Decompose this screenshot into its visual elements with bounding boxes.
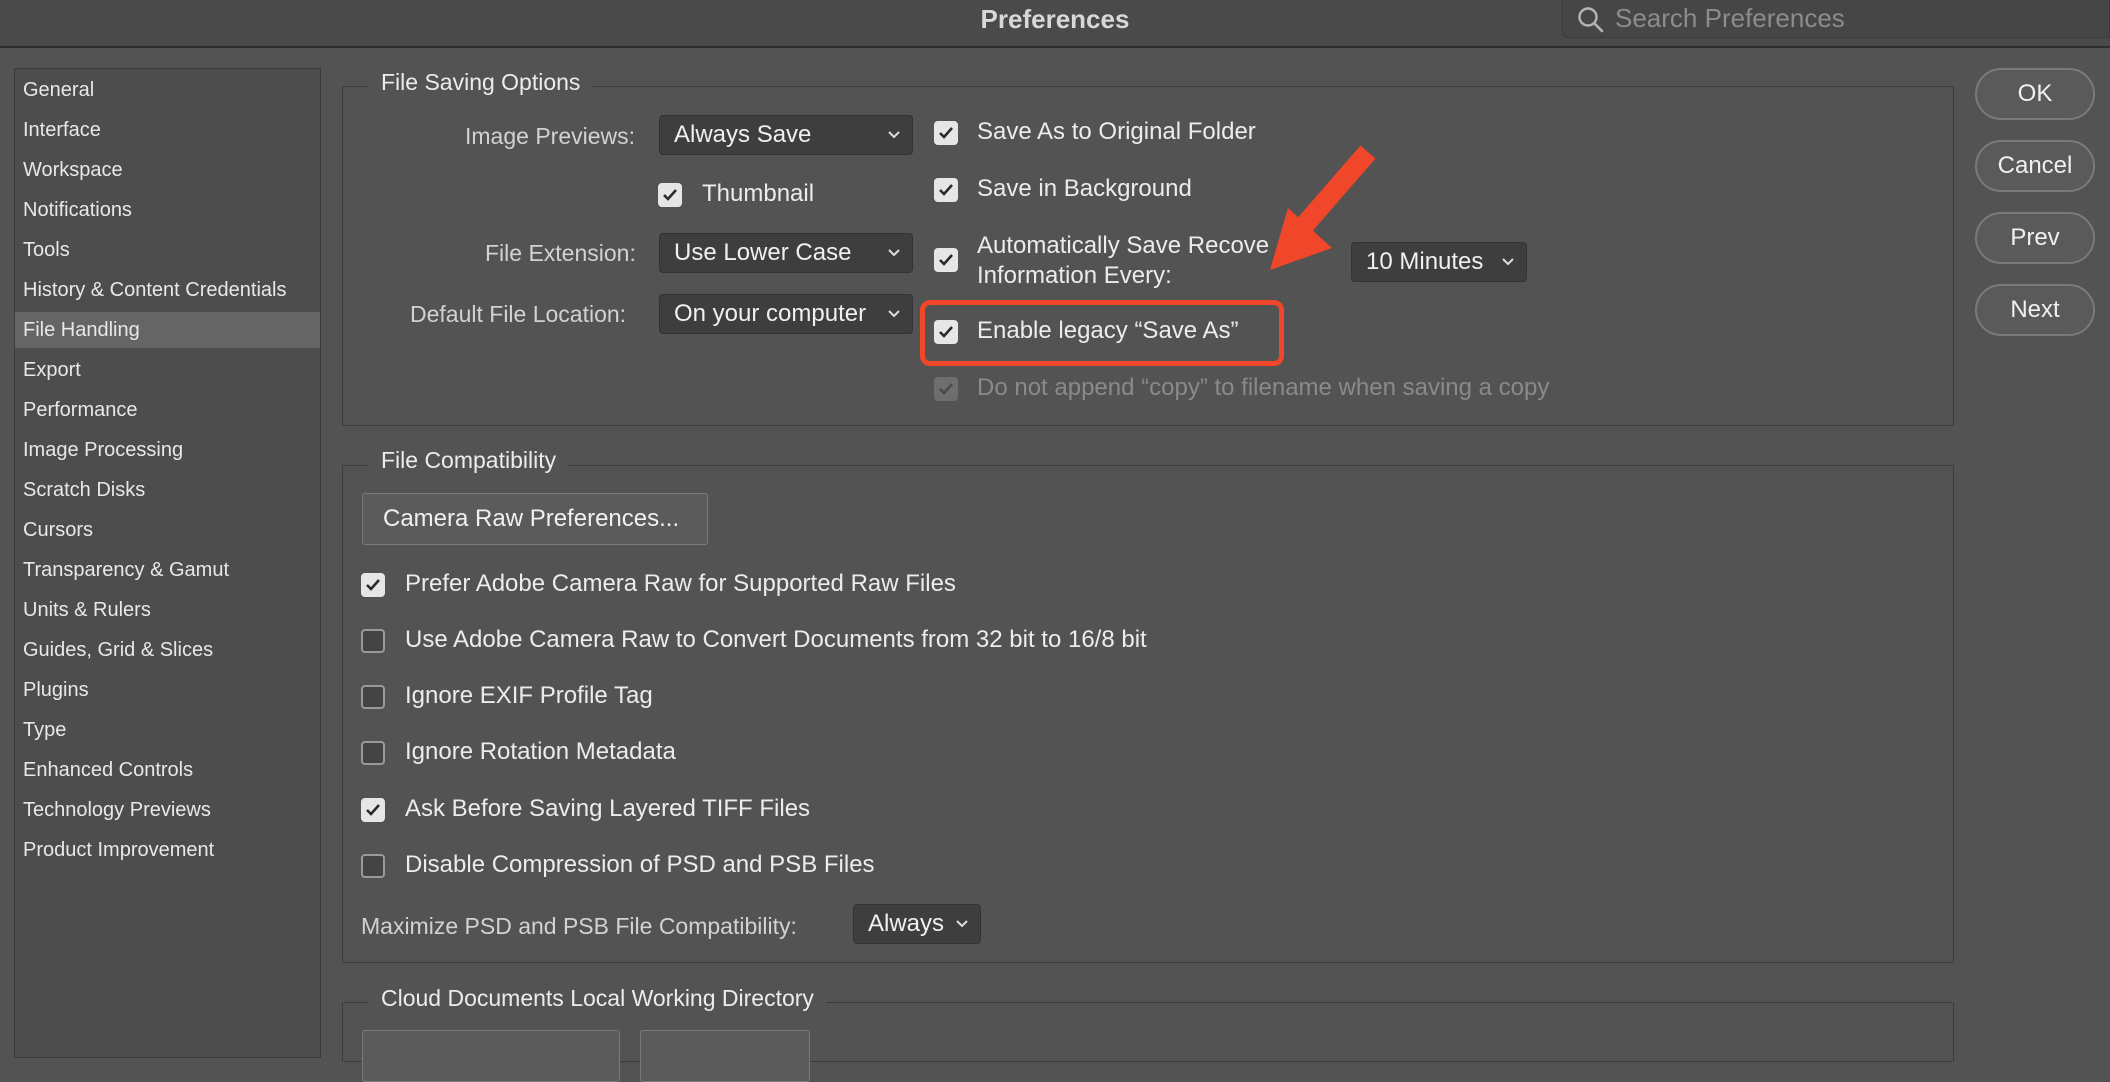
save-as-original-folder-checkbox[interactable] (934, 121, 958, 145)
check-icon (939, 184, 953, 196)
thumbnail-label: Thumbnail (702, 180, 815, 207)
maximize-compat-select[interactable]: Always (853, 904, 981, 944)
ok-button[interactable]: OK (1975, 68, 2095, 120)
sidebar-item-type[interactable]: Type (15, 712, 320, 748)
auto-save-label-line1: Automatically Save Recove (977, 232, 1270, 259)
default-file-location-select[interactable]: On your computer (659, 294, 913, 334)
sidebar-item-units-rulers[interactable]: Units & Rulers (15, 592, 320, 628)
auto-save-checkbox[interactable] (934, 248, 958, 272)
disable-compression-label: Disable Compression of PSD and PSB Files (405, 851, 875, 878)
sidebar-item-performance[interactable]: Performance (15, 392, 320, 428)
sidebar-item-tools[interactable]: Tools (15, 232, 320, 268)
chevron-down-icon (888, 310, 900, 318)
cloud-documents-button-1[interactable] (362, 1030, 620, 1082)
sidebar-item-notifications[interactable]: Notifications (15, 192, 320, 228)
search-input[interactable] (1615, 2, 2095, 34)
check-icon (939, 254, 953, 266)
sidebar-item-guides[interactable]: Guides, Grid & Slices (15, 632, 320, 668)
sidebar-item-export[interactable]: Export (15, 352, 320, 388)
ignore-exif-checkbox[interactable] (361, 685, 385, 709)
search-box[interactable] (1562, 0, 2110, 38)
arrow-annotation (1270, 145, 1376, 270)
sidebar-item-general[interactable]: General (15, 72, 320, 108)
check-icon (939, 383, 953, 395)
chevron-down-icon (888, 249, 900, 257)
check-icon (663, 189, 677, 201)
save-in-background-checkbox[interactable] (934, 178, 958, 202)
prefer-camera-raw-checkbox[interactable] (361, 573, 385, 597)
maximize-compat-value: Always (868, 910, 945, 937)
search-icon (1578, 7, 1604, 33)
chevron-down-icon (1502, 258, 1514, 266)
file-extension-select[interactable]: Use Lower Case (659, 233, 913, 273)
thumbnail-checkbox[interactable] (658, 183, 682, 207)
ignore-rotation-checkbox[interactable] (361, 741, 385, 765)
image-previews-label: Image Previews: (465, 123, 636, 149)
image-previews-value: Always Save (674, 121, 812, 148)
cloud-documents-title: Cloud Documents Local Working Directory (369, 985, 826, 1012)
check-icon (366, 804, 380, 816)
prev-button[interactable]: Prev (1975, 212, 2095, 264)
file-extension-value: Use Lower Case (674, 239, 852, 266)
auto-save-interval-value: 10 Minutes (1366, 248, 1484, 275)
disable-compression-checkbox[interactable] (361, 854, 385, 878)
sidebar-item-transparency[interactable]: Transparency & Gamut (15, 552, 320, 588)
file-saving-options-title: File Saving Options (369, 69, 593, 96)
sidebar-item-history[interactable]: History & Content Credentials (15, 272, 320, 308)
camera-raw-preferences-button[interactable]: Camera Raw Preferences... (362, 493, 708, 545)
sidebar-item-file-handling[interactable]: File Handling (15, 312, 320, 348)
sidebar-item-enhanced-controls[interactable]: Enhanced Controls (15, 752, 320, 788)
chevron-down-icon (888, 131, 900, 139)
ask-before-tiff-checkbox[interactable] (361, 798, 385, 822)
sidebar-item-workspace[interactable]: Workspace (15, 152, 320, 188)
ask-before-tiff-label: Ask Before Saving Layered TIFF Files (405, 795, 811, 822)
save-in-background-label: Save in Background (977, 175, 1192, 202)
next-button[interactable]: Next (1975, 284, 2095, 336)
sidebar-item-product-improvement[interactable]: Product Improvement (15, 832, 320, 868)
highlight-box (920, 300, 1284, 366)
chevron-down-icon (956, 920, 968, 928)
default-file-location-label: Default File Location: (410, 301, 627, 327)
file-compatibility-title: File Compatibility (369, 447, 569, 474)
check-icon (939, 127, 953, 139)
do-not-append-copy-checkbox (934, 377, 958, 401)
use-camera-raw-convert-label: Use Adobe Camera Raw to Convert Document… (405, 626, 1147, 653)
ignore-exif-label: Ignore EXIF Profile Tag (405, 682, 653, 709)
auto-save-label-line2: Information Every: (977, 262, 1172, 289)
prefer-camera-raw-label: Prefer Adobe Camera Raw for Supported Ra… (405, 570, 956, 597)
ignore-rotation-label: Ignore Rotation Metadata (405, 738, 676, 765)
default-file-location-value: On your computer (674, 300, 867, 327)
sidebar-item-image-processing[interactable]: Image Processing (15, 432, 320, 468)
do-not-append-copy-label: Do not append “copy” to filename when sa… (977, 374, 1550, 401)
check-icon (366, 579, 380, 591)
sidebar-item-technology-previews[interactable]: Technology Previews (15, 792, 320, 828)
sidebar-item-cursors[interactable]: Cursors (15, 512, 320, 548)
cancel-button[interactable]: Cancel (1975, 140, 2095, 192)
sidebar-item-plugins[interactable]: Plugins (15, 672, 320, 708)
sidebar: General Interface Workspace Notification… (14, 68, 321, 1058)
cloud-documents-button-2[interactable] (640, 1030, 810, 1082)
file-extension-label: File Extension: (485, 240, 636, 266)
title-bar: Preferences (0, 0, 2110, 48)
maximize-compat-label: Maximize PSD and PSB File Compatibility: (361, 913, 797, 939)
save-as-original-folder-label: Save As to Original Folder (977, 118, 1256, 145)
sidebar-item-interface[interactable]: Interface (15, 112, 320, 148)
image-previews-select[interactable]: Always Save (659, 115, 913, 155)
use-camera-raw-convert-checkbox[interactable] (361, 629, 385, 653)
sidebar-item-scratch-disks[interactable]: Scratch Disks (15, 472, 320, 508)
